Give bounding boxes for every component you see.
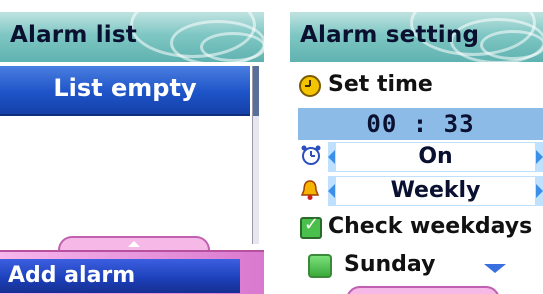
day-checkbox-icon[interactable] <box>308 254 332 278</box>
weekday-item-sunday[interactable]: Sunday <box>290 248 543 282</box>
check-weekdays-row[interactable]: ✓ Check weekdays <box>290 212 543 242</box>
repeat-selector[interactable]: Weekly <box>328 176 543 206</box>
add-alarm-label: Add alarm <box>8 263 136 288</box>
checkmark-icon: ✓ <box>304 214 320 235</box>
checkbox-icon[interactable]: ✓ <box>300 214 322 239</box>
chevron-right-icon[interactable] <box>536 184 543 198</box>
bell-icon <box>300 180 320 200</box>
alarm-list-screen: Alarm list List empty Add alarm <box>0 0 264 294</box>
alarm-status-value: On <box>418 144 453 169</box>
alarm-clock-icon <box>301 145 321 165</box>
title-bar: Alarm list <box>0 12 264 62</box>
clock-icon <box>299 75 321 97</box>
chevron-left-icon[interactable] <box>328 150 335 164</box>
scrollbar-thumb[interactable] <box>253 66 259 116</box>
alarm-status-value-box: On <box>336 143 535 171</box>
title-bar: Alarm setting <box>290 12 543 62</box>
chevron-right-icon[interactable] <box>536 150 543 164</box>
alarm-setting-screen: Alarm setting Set time 00 : 33 On Weekly… <box>290 0 543 294</box>
set-time-label: Set time <box>328 72 433 97</box>
time-input[interactable]: 00 : 33 <box>298 106 543 140</box>
page-title: Alarm list <box>10 22 137 48</box>
repeat-value-box: Weekly <box>336 177 535 205</box>
alarm-status-selector[interactable]: On <box>328 142 543 172</box>
page-title: Alarm setting <box>300 22 480 48</box>
up-arrow-icon <box>128 241 140 247</box>
day-label: Sunday <box>344 252 436 277</box>
set-time-row: Set time <box>290 68 543 102</box>
list-item-empty[interactable]: List empty <box>0 66 250 116</box>
dropdown-arrow-icon[interactable] <box>484 264 506 273</box>
scrollbar[interactable] <box>252 66 259 244</box>
list-empty-label: List empty <box>53 74 197 102</box>
softkey-bar: Add alarm <box>0 250 264 294</box>
time-value: 00 : 33 <box>366 110 475 138</box>
check-weekdays-label: Check weekdays <box>328 214 533 239</box>
repeat-value: Weekly <box>390 178 481 203</box>
add-alarm-button[interactable]: Add alarm <box>0 259 240 293</box>
softkey-tab <box>346 286 500 294</box>
chevron-left-icon[interactable] <box>328 184 335 198</box>
